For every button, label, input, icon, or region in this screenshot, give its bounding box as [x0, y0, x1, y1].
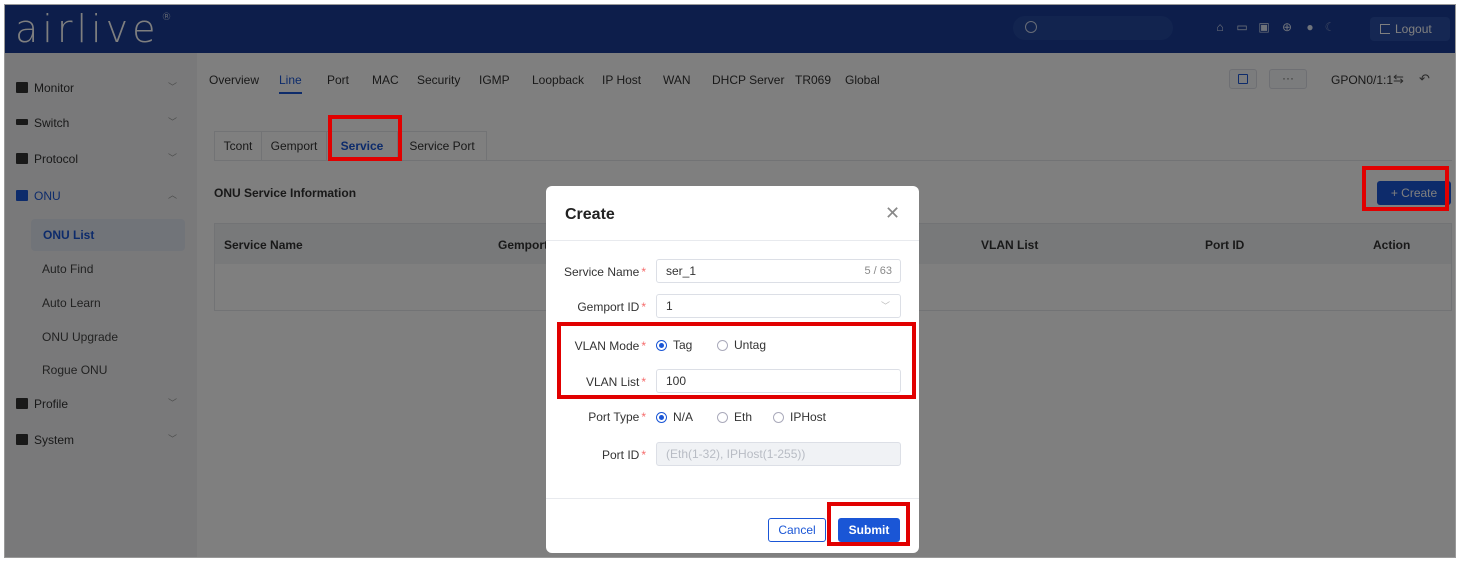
port-type-na-radio[interactable]: N/A — [656, 410, 693, 424]
dialog-title: Create — [565, 206, 615, 223]
service-name-input[interactable]: ser_1 5 / 63 — [656, 259, 901, 283]
gemport-id-select[interactable]: 1 ﹀ — [656, 294, 901, 318]
app-window: airlive® ⌂ ▭ ▣ ⊕ ● ☾ Logout Monitor ﹀ Sw… — [4, 4, 1456, 558]
port-type-label: Port Type * — [588, 410, 646, 424]
highlight-box — [1362, 166, 1449, 211]
chevron-down-icon: ﹀ — [880, 301, 890, 311]
divider — [546, 498, 919, 499]
radio-icon — [717, 412, 728, 423]
close-icon[interactable]: ✕ — [885, 203, 900, 224]
port-id-input: (Eth(1-32), IPHost(1-255)) — [656, 442, 901, 466]
highlight-box — [827, 502, 910, 546]
highlight-box — [557, 322, 916, 399]
divider — [546, 240, 919, 241]
char-counter: 5 / 63 — [864, 265, 892, 277]
port-type-iphost-radio[interactable]: IPHost — [773, 410, 826, 424]
service-name-label: Service Name * — [563, 265, 646, 279]
radio-checked-icon — [656, 412, 667, 423]
gemport-id-label: Gemport ID * — [577, 300, 646, 314]
cancel-button[interactable]: Cancel — [768, 518, 826, 542]
highlight-box — [328, 115, 402, 161]
port-id-label: Port ID * — [601, 448, 646, 462]
port-type-eth-radio[interactable]: Eth — [717, 410, 752, 424]
radio-icon — [773, 412, 784, 423]
